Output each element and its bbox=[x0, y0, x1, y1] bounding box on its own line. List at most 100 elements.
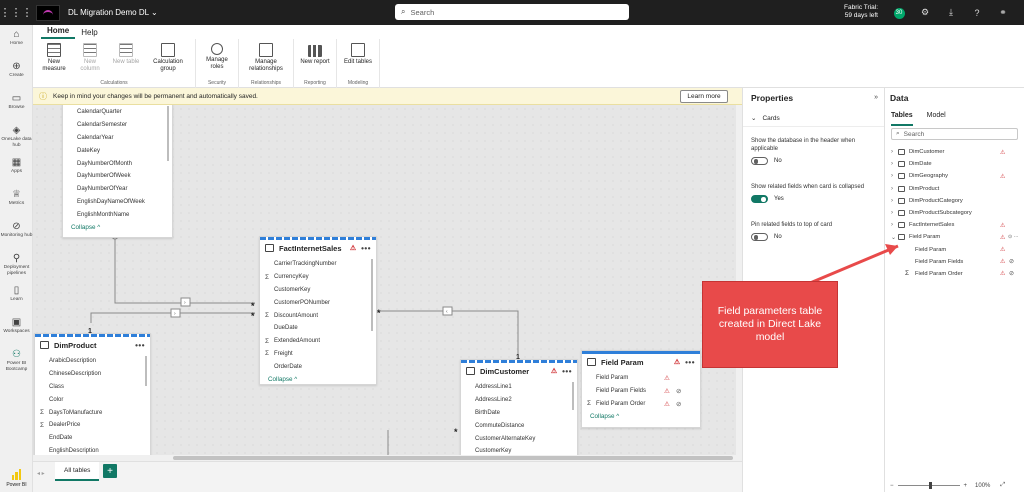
dimdate-collapse-link[interactable]: Collapse ^ bbox=[63, 221, 172, 233]
settings-icon[interactable]: ⚙ bbox=[912, 7, 938, 18]
chevron-right-icon[interactable]: › bbox=[891, 198, 898, 204]
app-title[interactable]: DL Migration Demo DL ⌄ bbox=[68, 8, 158, 17]
new-table-button[interactable]: New table bbox=[108, 41, 144, 79]
chevron-right-icon[interactable]: › bbox=[891, 149, 898, 155]
rail-item-learn[interactable]: ▯ Learn bbox=[0, 281, 33, 313]
edit-tables-button[interactable]: Edit tables bbox=[340, 41, 376, 79]
chevron-right-icon[interactable]: › bbox=[891, 173, 898, 179]
collapse-pane-icon[interactable]: » bbox=[874, 94, 878, 101]
field-row[interactable]: CarrierTrackingNumber bbox=[260, 258, 376, 271]
app-launcher-icon[interactable]: ⋮⋮⋮ bbox=[0, 0, 33, 25]
data-tab-tables[interactable]: Tables bbox=[891, 112, 913, 126]
factinternetsales-collapse-link[interactable]: Collapse ^ bbox=[260, 373, 376, 385]
field-row[interactable]: AddressLine2 bbox=[461, 394, 577, 407]
rail-item-deployment[interactable]: ⚲ Deployment pipelines bbox=[0, 249, 33, 281]
table-item[interactable]: › DimProductSubcategory bbox=[885, 207, 1024, 219]
data-search-input[interactable]: ⌕ Search bbox=[891, 128, 1018, 140]
rail-item-create[interactable]: ⊕ Create bbox=[0, 57, 33, 89]
toggle-switch[interactable] bbox=[751, 195, 768, 203]
more-options-icon[interactable]: ••• bbox=[135, 341, 145, 350]
new-report-button[interactable]: New report bbox=[297, 41, 333, 79]
rail-item-bootcamp[interactable]: ⚇ Power BI Bootcamp bbox=[0, 345, 33, 377]
field-row[interactable]: CalendarQuarter bbox=[63, 106, 172, 119]
field-param-collapse-link[interactable]: Collapse ^ bbox=[582, 410, 700, 422]
notifications-icon[interactable]: 30 bbox=[886, 6, 912, 19]
hidden-eye-icon[interactable]: ⊘ bbox=[1009, 270, 1014, 277]
product-scrollbar[interactable] bbox=[145, 356, 147, 386]
search-input[interactable]: ⌕ Search bbox=[395, 4, 629, 20]
field-item[interactable]: Σ Field Param Order ⚠ ⊘ bbox=[885, 268, 1024, 280]
factinternetsales-card[interactable]: FactInternetSales ⚠ ••• CarrierTrackingN… bbox=[259, 236, 377, 385]
chevron-right-icon[interactable]: › bbox=[891, 186, 898, 192]
field-row[interactable]: ArabicDescription bbox=[35, 355, 150, 368]
powerbi-switcher[interactable]: Power BI bbox=[0, 468, 33, 488]
field-row[interactable]: DayNumberOfMonth bbox=[63, 157, 172, 170]
rail-item-home[interactable]: ⌂ Home bbox=[0, 25, 33, 57]
table-item[interactable]: ⌄ Field Param ⚠ ⊙ ··· bbox=[885, 231, 1024, 243]
field-row[interactable]: Σ DiscountAmount bbox=[260, 309, 376, 322]
dimcustomer-card[interactable]: DimCustomer ⚠ ••• AddressLine1 AddressLin… bbox=[460, 359, 578, 461]
field-row[interactable]: Σ DealerPrice bbox=[35, 419, 150, 432]
more-options-icon[interactable]: ••• bbox=[361, 244, 371, 253]
learn-more-button[interactable]: Learn more bbox=[680, 90, 728, 103]
rail-item-browse[interactable]: ▭ Browse bbox=[0, 89, 33, 121]
tab-all-tables[interactable]: All tables bbox=[55, 462, 100, 481]
new-measure-button[interactable]: New measure bbox=[36, 41, 72, 79]
field-row[interactable]: Σ CurrencyKey bbox=[260, 271, 376, 284]
customer-scrollbar[interactable] bbox=[572, 382, 574, 410]
field-item[interactable]: Field Param ⚠ bbox=[885, 244, 1024, 256]
zoom-in-icon[interactable]: + bbox=[964, 483, 968, 489]
more-options-icon[interactable]: ••• bbox=[685, 358, 695, 367]
field-row[interactable]: Σ ExtendedAmount bbox=[260, 335, 376, 348]
field-row[interactable]: CustomerKey bbox=[260, 284, 376, 297]
field-row[interactable]: EndDate bbox=[35, 432, 150, 445]
warning-icon[interactable]: ⚠ bbox=[674, 358, 680, 366]
hidden-eye-icon[interactable]: ⊘ bbox=[676, 387, 681, 395]
field-row[interactable]: AddressLine1 bbox=[461, 381, 577, 394]
field-row[interactable]: CustomerAlternateKey bbox=[461, 432, 577, 445]
model-canvas[interactable]: › › ‹ * * * * 1 1 CalendarQuarter Calenda… bbox=[33, 105, 742, 461]
field-param-card[interactable]: Field Param ⚠ ••• Field Param ⚠ Field Para… bbox=[581, 350, 701, 428]
field-row[interactable]: EnglishDayNameOfWeek bbox=[63, 196, 172, 209]
field-row[interactable]: BirthDate bbox=[461, 407, 577, 420]
field-row[interactable]: DayNumberOfWeek bbox=[63, 170, 172, 183]
cards-section-header[interactable]: ⌄ Cards bbox=[743, 106, 884, 127]
field-row[interactable]: Σ Freight bbox=[260, 348, 376, 361]
relationship-line-fact-customer[interactable] bbox=[377, 310, 519, 355]
toggle-switch[interactable] bbox=[751, 233, 768, 241]
field-row[interactable]: Field Param Fields ⚠ ⊘ bbox=[582, 385, 700, 398]
relationship-line-date-fact[interactable] bbox=[114, 233, 255, 304]
field-row[interactable]: Class bbox=[35, 381, 150, 394]
chevron-right-icon[interactable]: › bbox=[891, 222, 898, 228]
table-item[interactable]: › FactInternetSales ⚠ bbox=[885, 219, 1024, 231]
dimdate-card[interactable]: CalendarQuarter CalendarSemester CalendarY… bbox=[62, 105, 173, 238]
chevron-right-icon[interactable]: › bbox=[891, 210, 898, 216]
table-item[interactable]: › DimProductCategory bbox=[885, 195, 1024, 207]
table-item[interactable]: › DimGeography ⚠ bbox=[885, 170, 1024, 182]
help-icon[interactable]: ? bbox=[964, 8, 990, 18]
field-row[interactable]: DateKey bbox=[63, 144, 172, 157]
field-row[interactable]: OrderDate bbox=[260, 360, 376, 373]
more-options-icon[interactable]: ⊙ ··· bbox=[1008, 234, 1019, 240]
tab-nav-arrows[interactable]: ◂ ▸ bbox=[37, 470, 45, 477]
hidden-eye-icon[interactable]: ⊘ bbox=[1009, 258, 1014, 265]
field-row[interactable]: CalendarYear bbox=[63, 132, 172, 145]
field-row[interactable]: CustomerPONumber bbox=[260, 296, 376, 309]
download-icon[interactable]: ⤓ bbox=[938, 7, 964, 18]
zoom-slider[interactable] bbox=[897, 482, 960, 489]
field-item[interactable]: Field Param Fields ⚠ ⊘ bbox=[885, 256, 1024, 268]
rail-item-onelake[interactable]: ◈ OneLake data hub bbox=[0, 121, 33, 153]
field-row[interactable]: DueDate bbox=[260, 322, 376, 335]
rail-item-workspaces[interactable]: ▣ Workspaces bbox=[0, 313, 33, 345]
hidden-eye-icon[interactable]: ⊘ bbox=[676, 400, 681, 408]
dimproduct-card[interactable]: DimProduct ••• ArabicDescription ChineseD… bbox=[34, 333, 151, 461]
table-item[interactable]: › DimCustomer ⚠ bbox=[885, 146, 1024, 158]
chevron-right-icon[interactable]: › bbox=[891, 161, 898, 167]
manage-roles-button[interactable]: Manage roles bbox=[199, 41, 235, 79]
warning-icon[interactable]: ⚠ bbox=[350, 244, 356, 252]
add-layout-button[interactable]: + bbox=[103, 464, 117, 478]
scrollbar-thumb[interactable] bbox=[173, 456, 733, 460]
chevron-down-icon[interactable]: ⌄ bbox=[891, 234, 898, 241]
field-row[interactable]: Field Param ⚠ bbox=[582, 372, 700, 385]
fit-to-page-icon[interactable]: ⤢ bbox=[1000, 482, 1005, 489]
